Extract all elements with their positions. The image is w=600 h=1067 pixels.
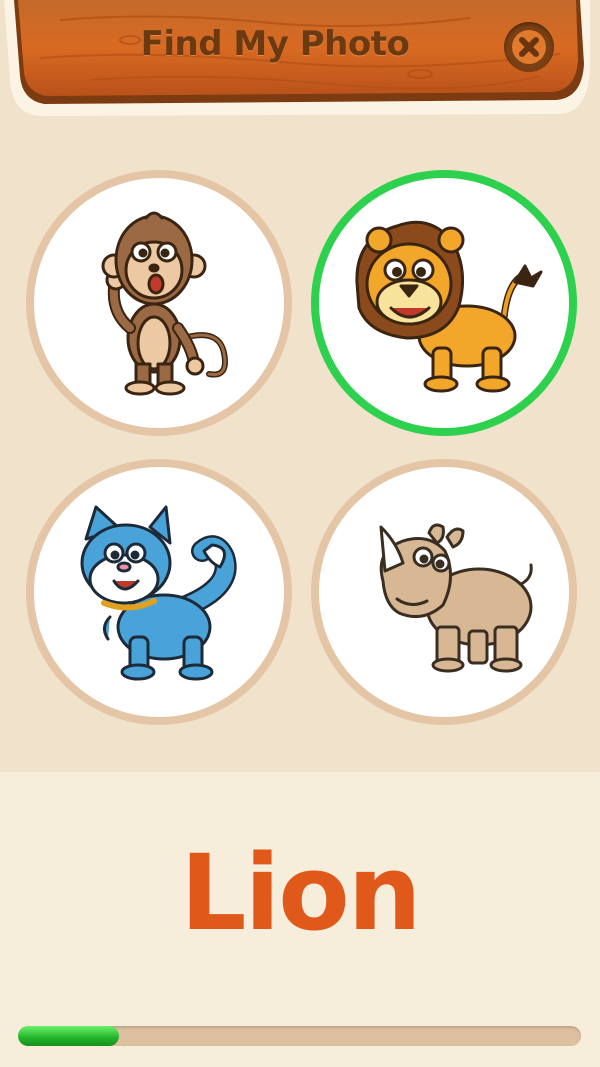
- cat-icon: [80, 505, 237, 681]
- rhino-icon: [379, 523, 533, 673]
- close-button[interactable]: [504, 22, 554, 72]
- answer-word: Lion: [180, 832, 421, 954]
- option-tile-rhino[interactable]: [311, 459, 577, 725]
- progress-fill: [18, 1026, 119, 1046]
- page-title: Find My Photo: [140, 24, 410, 64]
- header-banner: Find My Photo: [0, 0, 600, 130]
- option-tile-cat[interactable]: [26, 459, 292, 725]
- progress-bar: [18, 1026, 581, 1046]
- monkey-icon: [101, 211, 228, 396]
- close-icon: [512, 30, 546, 64]
- lion-icon: [355, 220, 543, 393]
- option-tile-lion[interactable]: [311, 170, 577, 436]
- option-tile-monkey[interactable]: [26, 170, 292, 436]
